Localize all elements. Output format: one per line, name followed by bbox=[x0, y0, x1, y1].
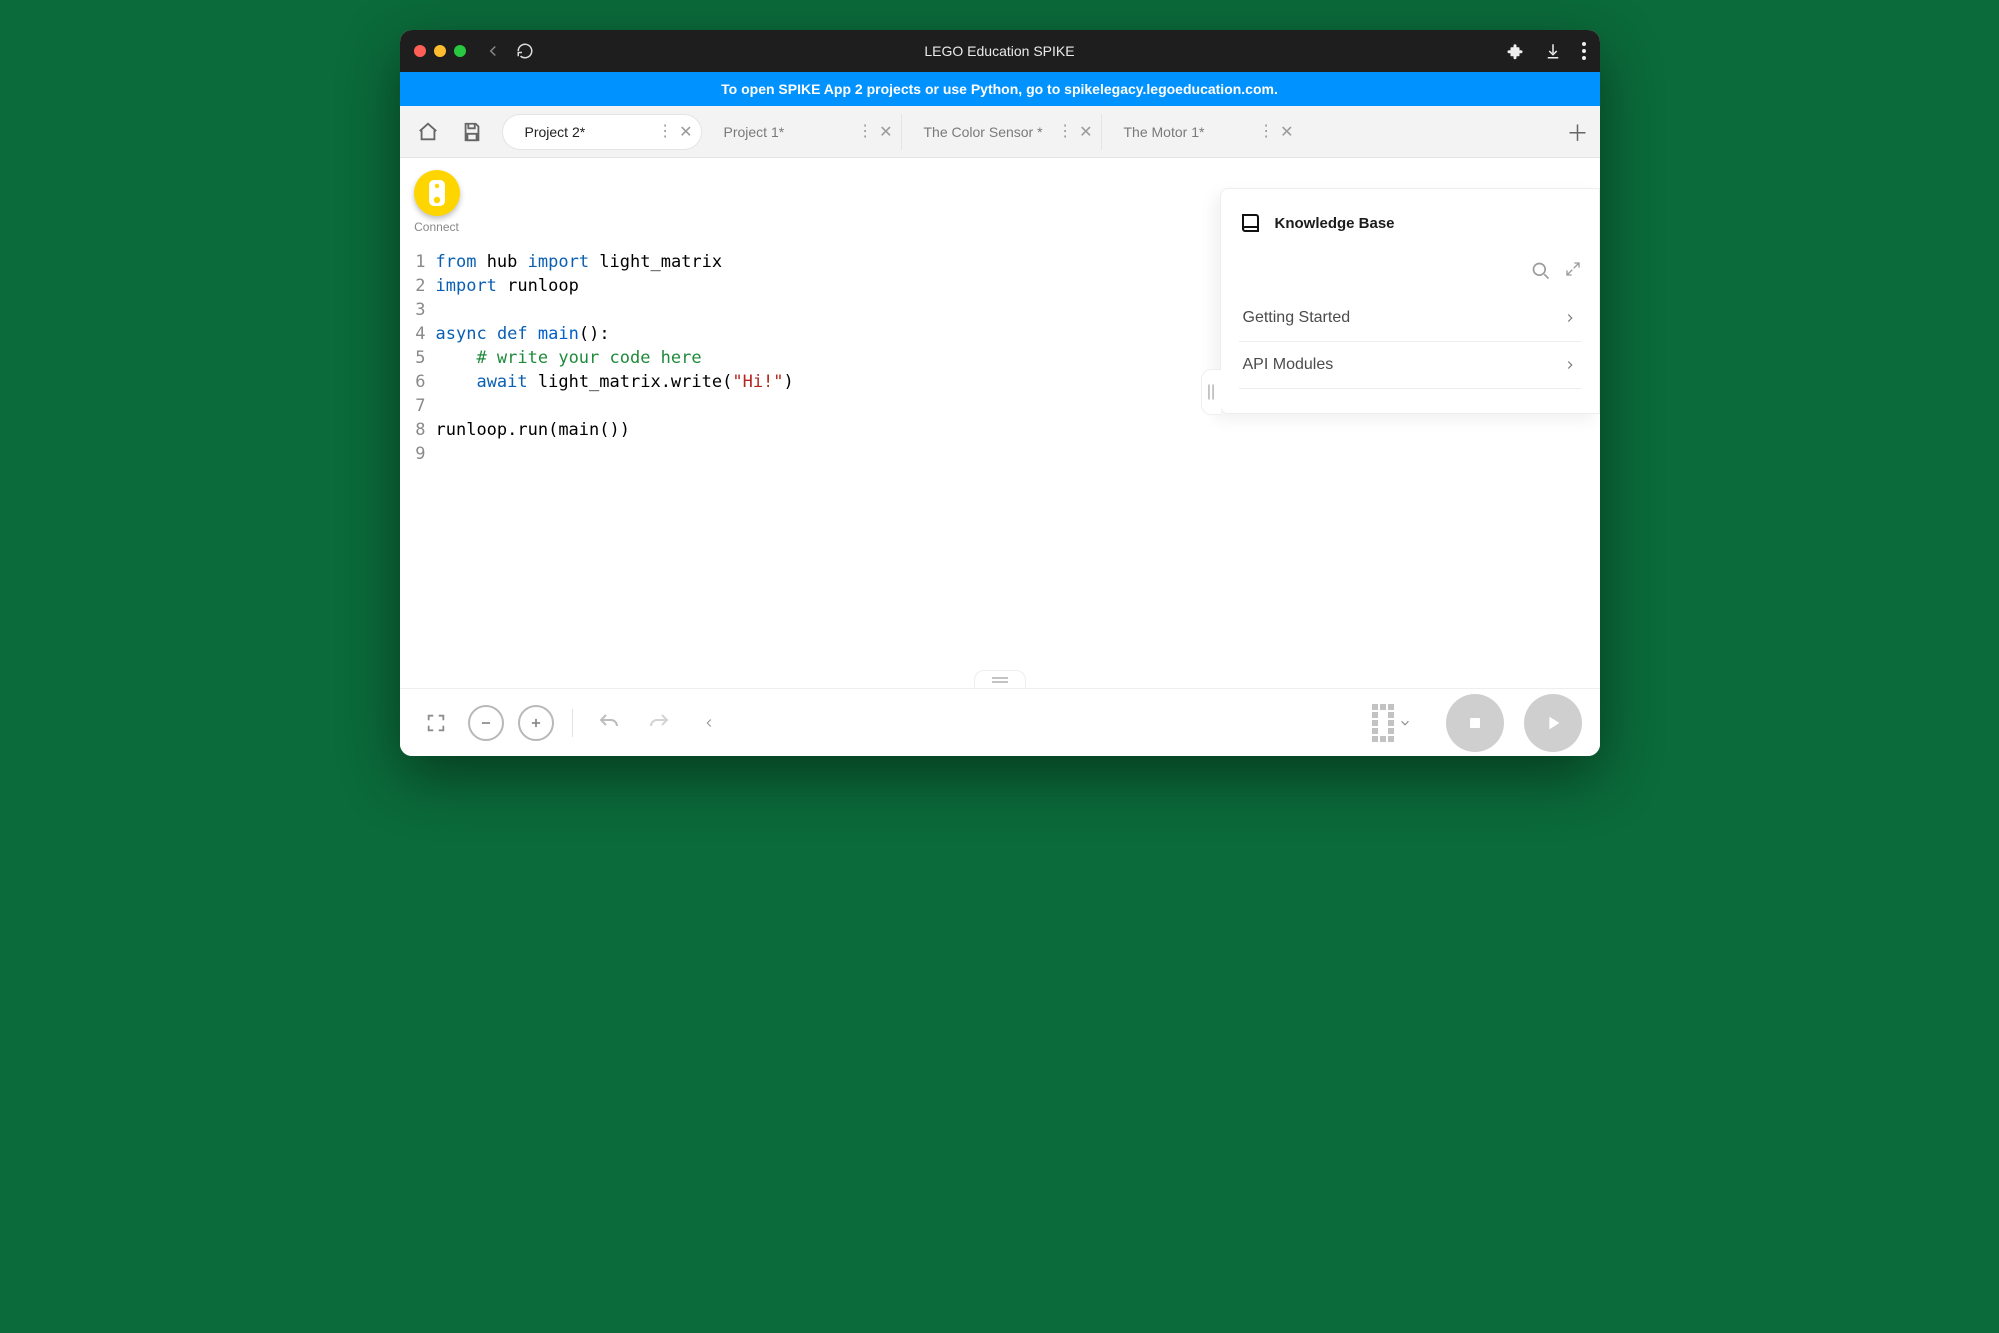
code-content: from hub import light_matrix bbox=[436, 250, 723, 274]
step-back-button[interactable] bbox=[691, 705, 727, 741]
panel-collapse-handle[interactable]: || bbox=[1201, 369, 1221, 415]
line-number: 5 bbox=[400, 346, 436, 370]
fullscreen-button[interactable] bbox=[418, 705, 454, 741]
expand-icon[interactable] bbox=[1565, 261, 1581, 281]
home-button[interactable] bbox=[406, 110, 450, 154]
tab-motor-1[interactable]: The Motor 1* ⋮ ✕ bbox=[1102, 114, 1302, 150]
chevron-right-icon bbox=[1563, 358, 1577, 372]
titlebar: LEGO Education SPIKE bbox=[400, 30, 1600, 72]
window-controls bbox=[414, 45, 466, 57]
footer-toolbar bbox=[400, 688, 1600, 756]
tab-label: The Motor 1* bbox=[1124, 124, 1205, 140]
tab-label: Project 1* bbox=[724, 124, 785, 140]
tab-label: Project 2* bbox=[525, 124, 586, 140]
slot-grid-icon bbox=[1372, 704, 1394, 742]
kb-item-getting-started[interactable]: Getting Started bbox=[1239, 295, 1581, 342]
line-number: 1 bbox=[400, 250, 436, 274]
window-title: LEGO Education SPIKE bbox=[400, 43, 1600, 59]
reload-button[interactable] bbox=[516, 42, 534, 60]
console-drag-handle[interactable] bbox=[974, 670, 1026, 688]
chevron-right-icon bbox=[1563, 311, 1577, 325]
app-window: LEGO Education SPIKE To open SPIKE App 2… bbox=[400, 30, 1600, 756]
knowledge-base-panel: || Knowledge Base Getting Started bbox=[1220, 188, 1600, 414]
code-content: # write your code here bbox=[436, 346, 702, 370]
save-button[interactable] bbox=[450, 110, 494, 154]
tab-close-icon[interactable]: ✕ bbox=[1280, 122, 1293, 142]
new-tab-button[interactable]: ＋ bbox=[1556, 116, 1600, 148]
knowledge-base-title: Knowledge Base bbox=[1275, 215, 1395, 232]
extensions-icon[interactable] bbox=[1506, 42, 1524, 60]
line-number: 8 bbox=[400, 418, 436, 442]
tab-color-sensor[interactable]: The Color Sensor * ⋮ ✕ bbox=[902, 114, 1102, 150]
tab-bar: Project 2* ⋮ ✕ Project 1* ⋮ ✕ The Color … bbox=[400, 106, 1600, 158]
tab-close-icon[interactable]: ✕ bbox=[679, 122, 692, 142]
tab-label: The Color Sensor * bbox=[924, 124, 1043, 140]
download-icon[interactable] bbox=[1544, 42, 1562, 60]
connect-label: Connect bbox=[414, 220, 460, 234]
tab-close-icon[interactable]: ✕ bbox=[879, 122, 892, 142]
code-content bbox=[436, 394, 446, 418]
line-number: 3 bbox=[400, 298, 436, 322]
zoom-in-button[interactable] bbox=[518, 705, 554, 741]
connect-area: Connect bbox=[414, 170, 460, 234]
tabs: Project 2* ⋮ ✕ Project 1* ⋮ ✕ The Color … bbox=[494, 114, 1556, 150]
connect-hub-button[interactable] bbox=[414, 170, 460, 216]
undo-button[interactable] bbox=[591, 705, 627, 741]
zoom-out-button[interactable] bbox=[468, 705, 504, 741]
editor-area: Connect 1from hub import light_matrix2im… bbox=[400, 158, 1600, 688]
back-button[interactable] bbox=[484, 42, 502, 60]
code-content: async def main(): bbox=[436, 322, 610, 346]
minimize-window-button[interactable] bbox=[434, 45, 446, 57]
line-number: 4 bbox=[400, 322, 436, 346]
code-line[interactable]: 9 bbox=[400, 442, 1600, 466]
overflow-menu-icon[interactable] bbox=[1582, 42, 1586, 60]
tab-project-2[interactable]: Project 2* ⋮ ✕ bbox=[502, 114, 702, 150]
line-number: 7 bbox=[400, 394, 436, 418]
kb-item-label: API Modules bbox=[1243, 356, 1334, 374]
maximize-window-button[interactable] bbox=[454, 45, 466, 57]
chevron-down-icon bbox=[1398, 716, 1412, 730]
search-icon[interactable] bbox=[1531, 261, 1551, 281]
kb-item-api-modules[interactable]: API Modules bbox=[1239, 342, 1581, 389]
kb-item-label: Getting Started bbox=[1243, 309, 1351, 327]
line-number: 2 bbox=[400, 274, 436, 298]
run-button[interactable] bbox=[1524, 694, 1582, 752]
stop-button[interactable] bbox=[1446, 694, 1504, 752]
line-number: 9 bbox=[400, 442, 436, 466]
redo-button[interactable] bbox=[641, 705, 677, 741]
close-window-button[interactable] bbox=[414, 45, 426, 57]
code-content bbox=[436, 298, 446, 322]
slot-selector[interactable] bbox=[1372, 704, 1412, 742]
line-number: 6 bbox=[400, 370, 436, 394]
tab-close-icon[interactable]: ✕ bbox=[1079, 122, 1092, 142]
code-content: runloop.run(main()) bbox=[436, 418, 630, 442]
separator bbox=[572, 709, 573, 737]
code-content: await light_matrix.write("Hi!") bbox=[436, 370, 794, 394]
legacy-banner: To open SPIKE App 2 projects or use Pyth… bbox=[400, 72, 1600, 106]
code-content: import runloop bbox=[436, 274, 579, 298]
code-line[interactable]: 8runloop.run(main()) bbox=[400, 418, 1600, 442]
code-content bbox=[436, 442, 446, 466]
tab-project-1[interactable]: Project 1* ⋮ ✕ bbox=[702, 114, 902, 150]
book-icon bbox=[1239, 211, 1263, 235]
